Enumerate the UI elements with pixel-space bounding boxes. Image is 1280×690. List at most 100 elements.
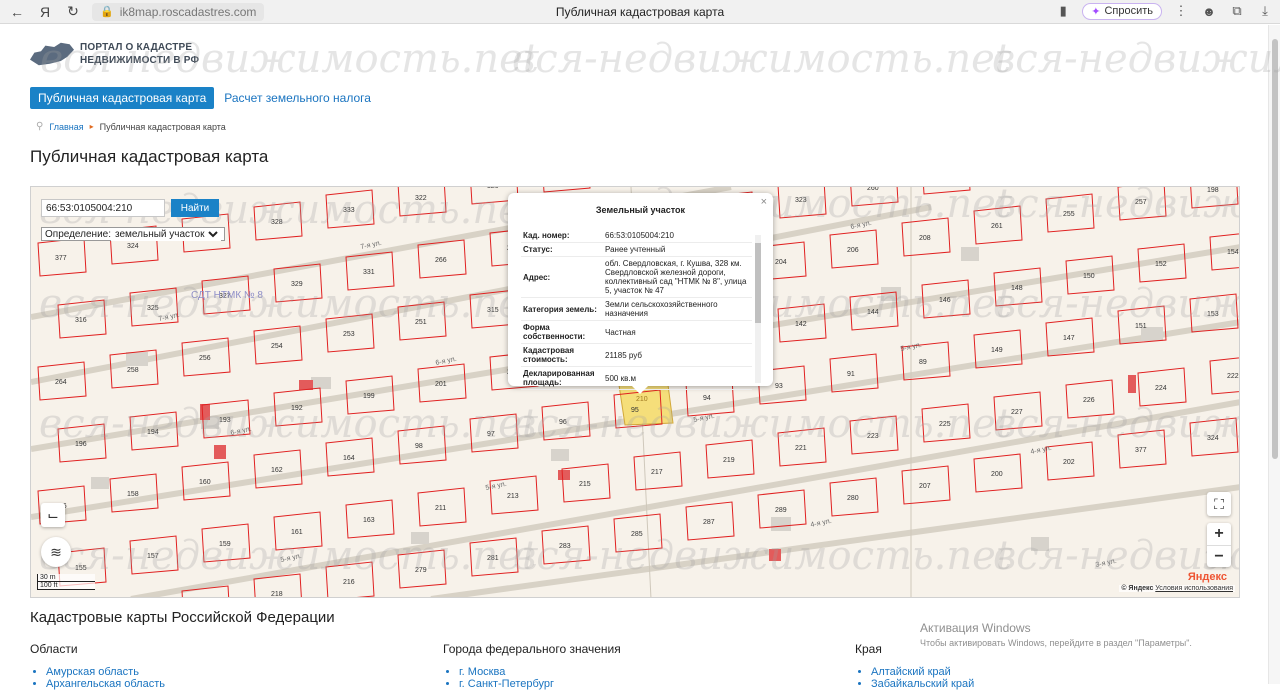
logo-line2: НЕДВИЖИМОСТИ В РФ xyxy=(80,55,200,66)
parcel-number: 219 xyxy=(723,457,735,464)
parcel-number: 199 xyxy=(363,393,375,400)
popup-row-key: Категория земель: xyxy=(521,297,603,321)
parcel-number: 323 xyxy=(795,197,807,204)
popup-row-value: обл. Свердловская, г. Кушва, 328 км. Све… xyxy=(603,256,752,298)
section-title: Кадастровые карты Российской Федерации xyxy=(30,609,335,626)
scrollbar-thumb[interactable] xyxy=(1272,39,1278,459)
address-bar[interactable]: 🔒 ik8map.roscadastres.com xyxy=(92,2,265,21)
find-button[interactable]: Найти xyxy=(171,199,219,217)
parcel-number: 153 xyxy=(1207,311,1219,318)
popup-row-key: Статус: xyxy=(521,242,603,257)
watermark: вся-недвижимость.net xyxy=(512,36,1011,82)
popup-scrollbar[interactable] xyxy=(755,235,761,383)
cadastral-map[interactable]: 3773243263283333223203183163253273293312… xyxy=(30,186,1240,598)
parcel-number: 151 xyxy=(1135,323,1147,330)
page-title: Публичная кадастровая карта xyxy=(30,147,269,166)
layers-icon[interactable]: ≋ xyxy=(41,537,71,567)
parcel-outline[interactable] xyxy=(542,187,591,193)
krai-link[interactable]: Алтайский край xyxy=(871,666,974,678)
map-search: Найти xyxy=(41,199,219,217)
parcel-number: 200 xyxy=(991,471,1003,478)
definition-selector: Определение: земельный участок xyxy=(41,227,226,241)
federal-city-link[interactable]: г. Москва xyxy=(459,666,621,678)
cadastral-number-input[interactable] xyxy=(41,199,165,217)
menu-icon[interactable]: ⋮ xyxy=(1172,2,1190,20)
svg-text:7-я ул.: 7-я ул. xyxy=(158,312,180,323)
parcel-number: 287 xyxy=(703,519,715,526)
popup-row-value: 21185 руб xyxy=(603,343,752,367)
parcel-number: 324 xyxy=(1207,435,1219,442)
parcel-number: 95 xyxy=(631,407,639,414)
page-scrollbar[interactable] xyxy=(1268,25,1280,684)
ask-label: Спросить xyxy=(1104,5,1153,17)
parcel-number: 160 xyxy=(199,479,211,486)
sparkle-icon: ✦ xyxy=(1091,5,1101,18)
url-text: ik8map.roscadastres.com xyxy=(119,4,257,19)
parcel-number: 258 xyxy=(127,367,139,374)
parcel-number: 253 xyxy=(343,331,355,338)
popup-row: Категория земель: Земли сельскохозяйствен… xyxy=(521,297,752,321)
parcel-number: 144 xyxy=(867,309,879,316)
terms-link[interactable]: Условия использования xyxy=(1155,585,1233,592)
parcel-number: 285 xyxy=(631,531,643,538)
popup-row: Статус: Ранее учтенный xyxy=(521,242,752,257)
svg-text:4-я ул.: 4-я ул. xyxy=(1030,445,1052,456)
region-link[interactable]: Архангельская область xyxy=(46,678,165,690)
close-icon[interactable]: × xyxy=(761,196,767,208)
parcel-number: 254 xyxy=(271,343,283,350)
parcel-number: 193 xyxy=(219,417,231,424)
parcel-number: 93 xyxy=(775,383,783,390)
breadcrumb-separator-icon: ▸ xyxy=(89,122,94,131)
parcel-number: 158 xyxy=(127,491,139,498)
parcel-number: 155 xyxy=(75,565,87,572)
zoom-out-button[interactable]: − xyxy=(1207,545,1231,567)
popup-row: Кадастровая стоимость: 21185 руб xyxy=(521,343,752,367)
reload-icon[interactable]: ↻ xyxy=(62,1,84,23)
collections-icon[interactable]: ⧉ xyxy=(1228,2,1246,20)
tab-land-tax[interactable]: Расчет земельного налога xyxy=(222,87,373,109)
selected-parcel-number[interactable]: 210 xyxy=(636,396,648,403)
region-link[interactable]: Амурская область xyxy=(46,666,165,678)
garden-label: СДТ НТМК № 8 xyxy=(191,290,263,301)
parcel-number: 149 xyxy=(991,347,1003,354)
parcel-number: 215 xyxy=(579,481,591,488)
popup-row-value: 500 кв.м xyxy=(603,366,752,390)
bookmark-icon[interactable]: ▮ xyxy=(1054,2,1072,20)
parcel-number: 154 xyxy=(1227,249,1239,256)
definition-select[interactable]: земельный участок xyxy=(111,227,222,241)
parcel-number: 216 xyxy=(343,579,355,586)
download-icon[interactable]: ⤓ xyxy=(1256,2,1274,20)
parcel-number: 217 xyxy=(651,469,663,476)
parcel-number: 325 xyxy=(147,305,159,312)
zoom-in-button[interactable]: + xyxy=(1207,523,1231,545)
popup-row-key: Форма собственности: xyxy=(521,320,603,344)
parcel-number: 192 xyxy=(291,405,303,412)
parcel-outline[interactable] xyxy=(922,187,971,195)
parcel-number: 159 xyxy=(219,541,231,548)
parcel-number: 222 xyxy=(1227,373,1239,380)
parcel-number: 289 xyxy=(775,507,787,514)
back-icon[interactable]: ← xyxy=(6,1,28,23)
popup-row: Форма собственности: Частная xyxy=(521,320,752,344)
svg-text:7-я ул.: 7-я ул. xyxy=(360,240,382,251)
parcel-number: 223 xyxy=(867,433,879,440)
popup-row-value: Ранее учтенный xyxy=(603,242,752,257)
regions-heading: Области xyxy=(30,642,78,656)
krai-link[interactable]: Забайкальский край xyxy=(871,678,974,690)
fullscreen-icon[interactable]: ⛶ xyxy=(1207,492,1231,516)
yandex-logo[interactable]: Яндекс xyxy=(1188,571,1227,583)
ruler-icon[interactable]: ⌙ xyxy=(41,503,65,527)
top-navigation: Публичная кадастровая карта Расчет земел… xyxy=(30,87,373,109)
parcel-number: 260 xyxy=(867,187,879,192)
extension-icon[interactable]: ☻ xyxy=(1200,2,1218,20)
popup-row-key: Адрес: xyxy=(521,256,603,298)
site-logo[interactable]: ПОРТАЛ О КАДАСТРЕ НЕДВИЖИМОСТИ В РФ xyxy=(30,40,199,68)
ask-button[interactable]: ✦ Спросить xyxy=(1082,2,1162,20)
breadcrumb-home[interactable]: Главная xyxy=(49,122,83,132)
federal-city-link[interactable]: г. Санкт-Петербург xyxy=(459,678,621,690)
tab-public-map[interactable]: Публичная кадастровая карта xyxy=(30,87,215,109)
windows-activation-notice: Активация Windows Чтобы активировать Win… xyxy=(920,621,1192,648)
yandex-icon[interactable]: Я xyxy=(34,1,56,23)
watermark: вся-недвижимость.net xyxy=(992,36,1280,82)
popup-scrollbar-thumb[interactable] xyxy=(755,243,761,323)
